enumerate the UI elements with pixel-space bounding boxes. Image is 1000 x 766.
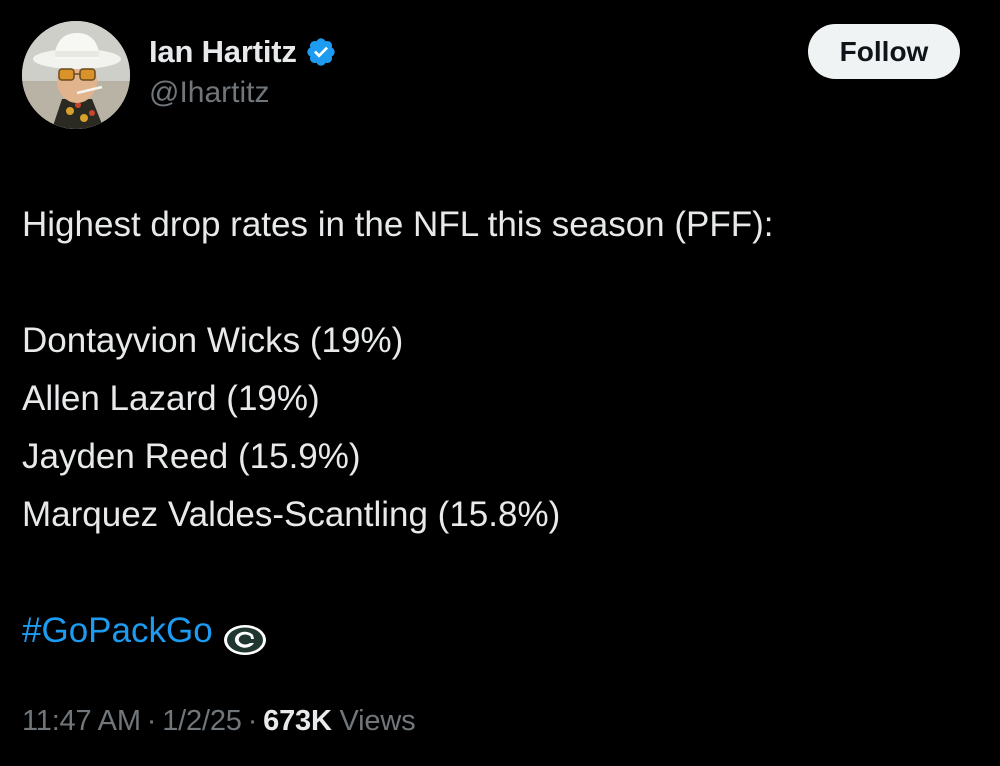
tweet-time[interactable]: 11:47 AM — [22, 705, 141, 737]
avatar[interactable] — [22, 21, 130, 129]
tweet-date[interactable]: 1/2/25 — [162, 705, 242, 737]
meta-separator: · — [146, 705, 157, 737]
author-handle[interactable]: @Ihartitz — [149, 76, 337, 110]
hashtag-link[interactable]: #GoPackGo — [22, 602, 213, 660]
profile-photo-image — [22, 21, 130, 129]
author-name-row: Ian Hartitz — [149, 30, 337, 74]
views-label: Views — [339, 705, 416, 737]
player-line: Jayden Reed (15.9%) — [22, 437, 361, 476]
hashtag-line: #GoPackGo — [22, 602, 774, 660]
views-count[interactable]: 673K — [263, 705, 332, 737]
author-display-name[interactable]: Ian Hartitz — [149, 34, 297, 70]
tweet-text: Highest drop rates in the NFL this seaso… — [22, 196, 774, 660]
green-bay-packers-logo-icon — [223, 616, 267, 655]
meta-separator: · — [247, 705, 258, 737]
tweet-card: Ian Hartitz @Ihartitz Follow Highest dro… — [0, 0, 1000, 766]
player-line: Dontayvion Wicks (19%) — [22, 321, 404, 360]
tweet-meta: 11:47 AM · 1/2/25 · 673K Views — [22, 705, 416, 738]
tweet-intro: Highest drop rates in the NFL this seaso… — [22, 205, 774, 244]
verified-badge-icon[interactable] — [305, 36, 337, 68]
player-line: Allen Lazard (19%) — [22, 379, 320, 418]
author-info: Ian Hartitz @Ihartitz — [149, 30, 337, 110]
player-line: Marquez Valdes-Scantling (15.8%) — [22, 495, 561, 534]
follow-button[interactable]: Follow — [808, 24, 960, 79]
